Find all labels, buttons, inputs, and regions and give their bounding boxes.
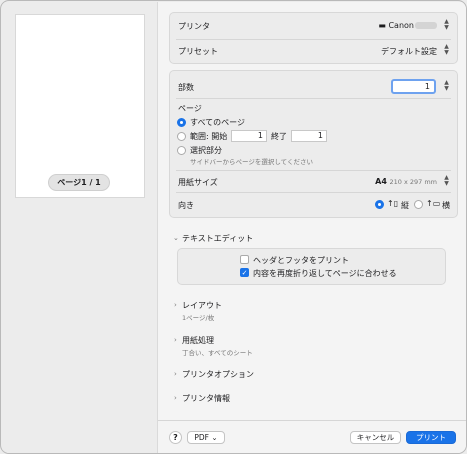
landscape-label: 横 — [442, 201, 450, 210]
orientation-label: 向き — [178, 201, 194, 210]
cancel-button[interactable]: キャンセル — [350, 431, 401, 444]
divider — [176, 39, 451, 40]
range-to-label: 終了 — [271, 132, 287, 141]
footer-divider — [158, 420, 466, 421]
paper-size-select[interactable]: A4 210 x 297 mm — [375, 177, 437, 186]
sidebar: ページ1 / 1 — [2, 2, 157, 453]
header-footer-checkbox[interactable] — [240, 255, 249, 264]
print-dialog: ページ1 / 1 プリンタ ▬ Canon ▲ ▼ プリセット デフォルト設定 ▲… — [0, 0, 467, 454]
printer-icon: ▬ — [378, 21, 386, 30]
redacted-printer-name — [415, 22, 437, 29]
pages-all-label: すべてのページ — [190, 118, 245, 127]
chevron-right-icon[interactable]: › — [174, 336, 177, 344]
rewrap-checkbox[interactable]: ✓ — [240, 268, 249, 277]
text-edit-section-title[interactable]: テキストエディット — [182, 233, 253, 244]
divider — [176, 98, 451, 99]
printer-name: Canon — [388, 21, 414, 30]
portrait-icon: ↑▯ — [387, 199, 399, 208]
paper-handling-section-title[interactable]: 用紙処理 — [182, 335, 214, 346]
pdf-label: PDF — [194, 433, 209, 442]
print-options-box: 部数 1 ▲ ▼ ページ すべてのページ 範囲: 開始 1 終了 1 選択部分 サ… — [169, 70, 458, 218]
printer-info-section-title[interactable]: プリンタ情報 — [182, 393, 230, 404]
paper-size-label: 用紙サイズ — [178, 178, 218, 187]
pages-range-label: 範囲: 開始 — [190, 132, 228, 141]
portrait-label: 縦 — [401, 201, 409, 210]
printer-label: プリンタ — [178, 22, 210, 31]
page-indicator: ページ1 / 1 — [48, 174, 110, 191]
landscape-icon: ↑▭ — [426, 199, 441, 208]
copies-label: 部数 — [178, 83, 194, 92]
landscape-radio[interactable] — [414, 200, 423, 209]
text-edit-box: ヘッダとフッタをプリント ✓ 内容を再度折り返してページに合わせる — [177, 248, 446, 285]
printer-preset-box: プリンタ ▬ Canon ▲ ▼ プリセット デフォルト設定 ▲ ▼ — [169, 12, 458, 64]
copies-stepper[interactable]: ▲ ▼ — [442, 80, 451, 93]
pages-all-radio[interactable] — [177, 118, 186, 127]
printer-options-section-title[interactable]: プリンタオプション — [182, 369, 254, 380]
paper-size-value: A4 — [375, 177, 387, 186]
header-footer-label: ヘッダとフッタをプリント — [253, 256, 349, 265]
help-button[interactable]: ? — [169, 431, 182, 444]
pages-selection-hint: サイドバーからページを選択してください — [190, 158, 313, 166]
chevron-down-icon: ⌄ — [211, 433, 218, 442]
pages-range-radio[interactable] — [177, 132, 186, 141]
chevron-down-icon[interactable]: ⌄ — [173, 234, 179, 242]
chevron-right-icon[interactable]: › — [174, 394, 177, 402]
pages-selection-radio[interactable] — [177, 146, 186, 155]
copies-field[interactable]: 1 — [391, 79, 436, 94]
rewrap-label: 内容を再度折り返してページに合わせる — [253, 269, 397, 278]
preset-label: プリセット — [178, 47, 218, 56]
settings-panel: プリンタ ▬ Canon ▲ ▼ プリセット デフォルト設定 ▲ ▼ 部数 1 ▲ ▼… — [157, 2, 466, 453]
divider — [176, 192, 451, 193]
chevron-right-icon[interactable]: › — [174, 370, 177, 378]
pages-label: ページ — [178, 104, 202, 113]
preset-updown-icon[interactable]: ▲ ▼ — [442, 44, 451, 57]
paper-size-dims: 210 x 297 mm — [389, 178, 437, 186]
printer-select[interactable]: ▬ Canon — [378, 21, 437, 30]
pdf-menu-button[interactable]: PDF ⌄ — [187, 431, 225, 444]
preset-select[interactable]: デフォルト設定 — [381, 46, 437, 57]
pages-selection-label: 選択部分 — [190, 146, 222, 155]
printer-updown-icon[interactable]: ▲ ▼ — [442, 19, 451, 32]
layout-section-title[interactable]: レイアウト — [182, 300, 222, 311]
page-preview[interactable] — [15, 14, 145, 198]
paper-handling-summary: 丁合い、すべてのシート — [182, 349, 253, 357]
range-to-field[interactable]: 1 — [291, 130, 327, 142]
layout-summary: 1ページ/枚 — [182, 314, 215, 322]
range-from-field[interactable]: 1 — [231, 130, 267, 142]
divider — [176, 170, 451, 171]
paper-size-updown-icon[interactable]: ▲ ▼ — [442, 175, 451, 188]
print-button[interactable]: プリント — [406, 431, 456, 444]
portrait-radio[interactable] — [375, 200, 384, 209]
chevron-right-icon[interactable]: › — [174, 301, 177, 309]
